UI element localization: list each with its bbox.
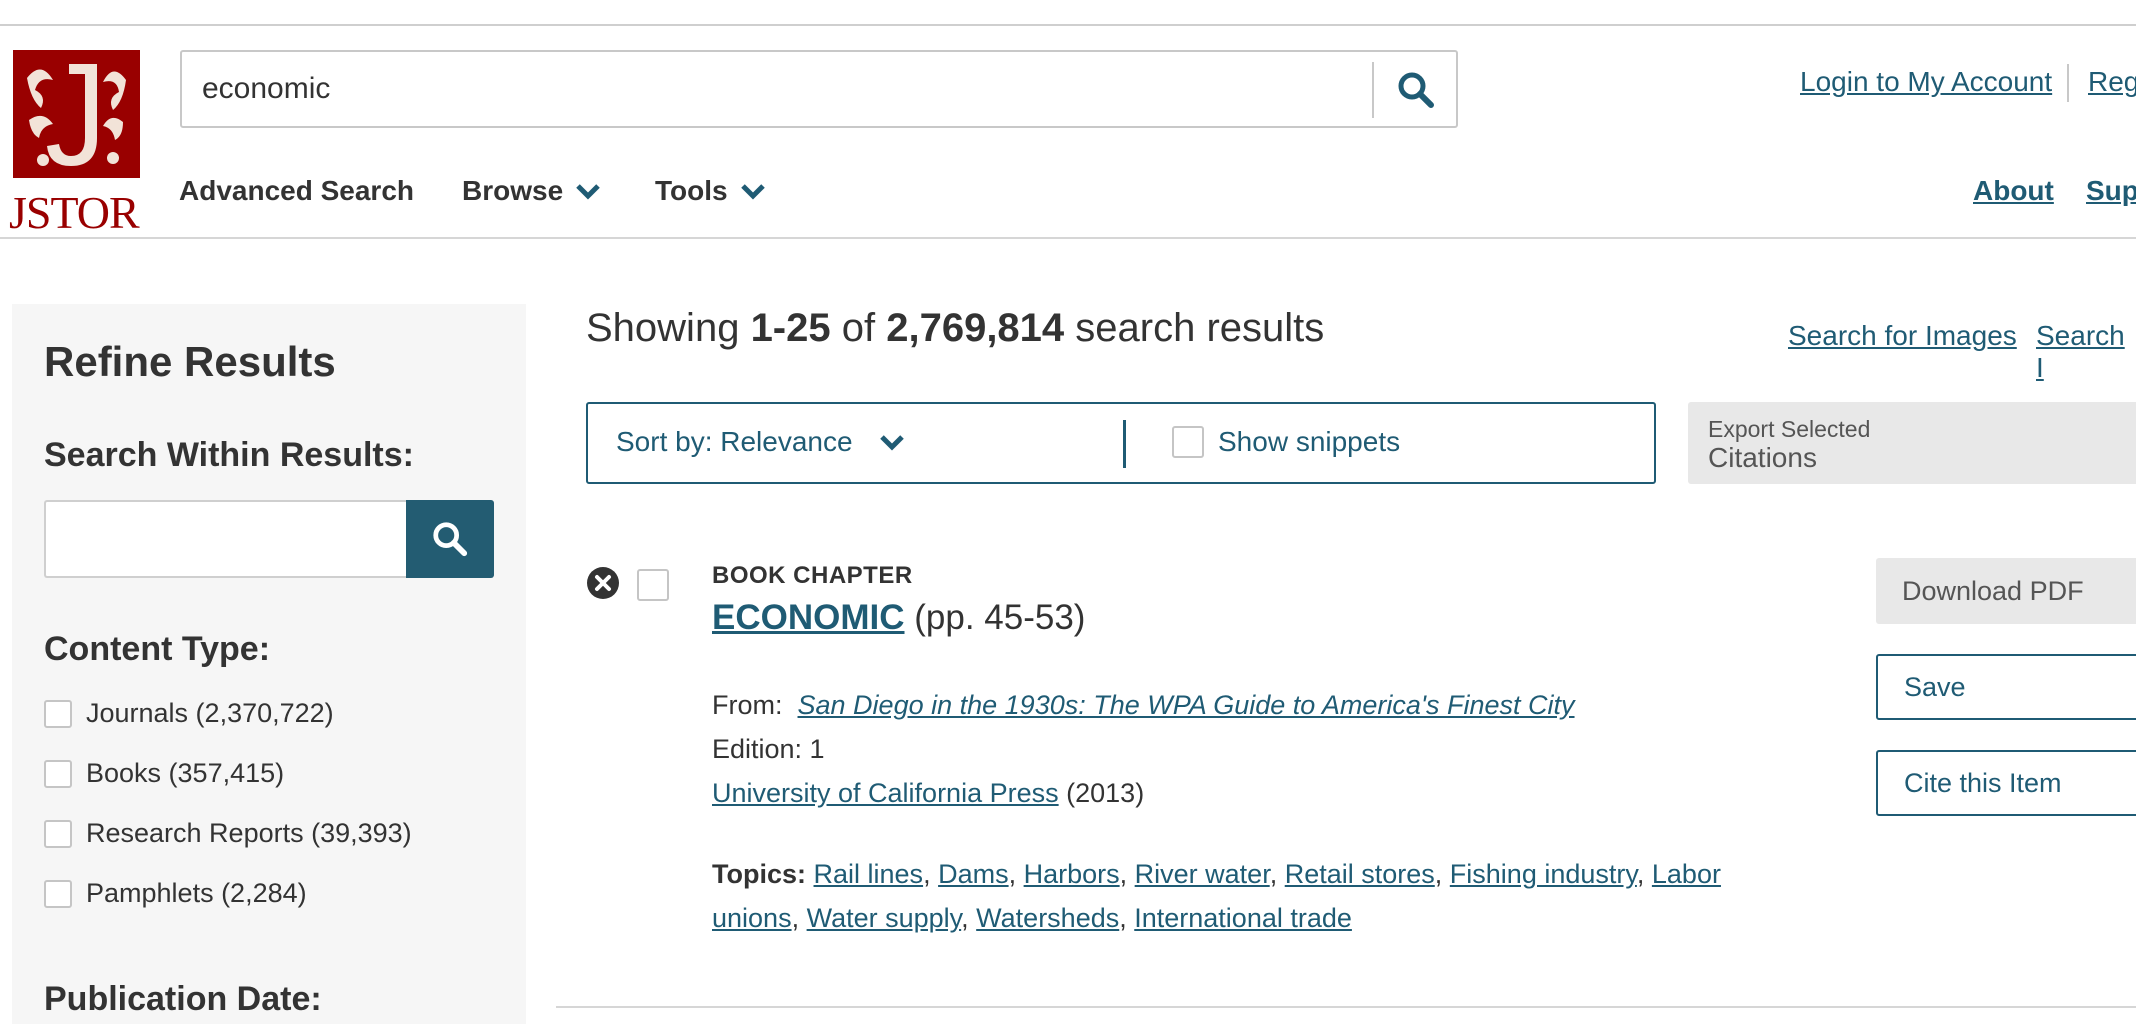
item-publisher-link[interactable]: University of California Press: [712, 778, 1059, 808]
save-label: Save: [1904, 671, 1966, 702]
search-icon: [1398, 72, 1434, 108]
nav-browse[interactable]: Browse: [462, 175, 601, 207]
search-within-button[interactable]: [406, 500, 494, 578]
content-type-label-text: Research Reports (39,393): [86, 818, 412, 848]
nav-tools-label: Tools: [655, 175, 728, 206]
item-pages: (pp. 45-53): [914, 598, 1086, 637]
logo-emblem-icon: [13, 50, 140, 178]
content-type-label: Content Type:: [44, 630, 271, 668]
chevron-down-icon: [740, 184, 765, 200]
search-box: [180, 50, 1458, 128]
publication-date-label: Publication Date:: [44, 980, 322, 1018]
topic-link[interactable]: Fishing industry: [1450, 859, 1637, 889]
select-item-checkbox[interactable]: [637, 569, 669, 601]
content-type-journals[interactable]: Journals (2,370,722): [44, 698, 334, 729]
item-from-label: From:: [712, 690, 783, 720]
checkbox[interactable]: [44, 879, 72, 908]
nav-browse-label: Browse: [462, 175, 564, 206]
item-topics: Topics: Rail lines, Dams, Harbors, River…: [712, 859, 1721, 933]
logo-wordmark: JSTOR: [9, 187, 140, 238]
nav-tools[interactable]: Tools: [655, 175, 766, 207]
chevron-down-icon: [576, 184, 600, 200]
result-divider: [556, 1006, 2136, 1008]
results-of: of: [830, 306, 887, 350]
remove-item-button[interactable]: [586, 566, 620, 605]
content-type-label-text: Journals (2,370,722): [86, 698, 334, 728]
top-border: [0, 24, 2136, 26]
topic-link[interactable]: International trade: [1134, 903, 1352, 933]
nav-about[interactable]: About: [1973, 175, 2054, 207]
sort-toolbar: Sort by: Relevance Show snippets: [586, 402, 1656, 484]
results-range: 1-25: [750, 306, 831, 350]
results-prefix: Showing: [586, 306, 751, 350]
content-type-books[interactable]: Books (357,415): [44, 758, 284, 789]
topic-link[interactable]: Watersheds: [976, 903, 1119, 933]
item-from-row: From: San Diego in the 1930s: The WPA Gu…: [712, 690, 1575, 721]
register-link[interactable]: Reg: [2088, 66, 2136, 98]
login-link[interactable]: Login to My Account: [1800, 66, 2052, 98]
download-pdf-button[interactable]: Download PDF: [1876, 558, 2136, 624]
search-images-link[interactable]: Search for Images: [1788, 320, 2017, 352]
checkbox[interactable]: [44, 699, 72, 728]
search-divider: [1372, 62, 1374, 118]
nav-advanced-search[interactable]: Advanced Search: [179, 175, 414, 207]
item-type: BOOK CHAPTER: [712, 562, 913, 589]
refine-title: Refine Results: [44, 338, 336, 385]
sort-label: Sort by: Relevance: [616, 426, 853, 457]
item-year: (2013): [1066, 778, 1145, 808]
item-edition: Edition: 1: [712, 734, 825, 764]
sort-dropdown[interactable]: Sort by: Relevance: [616, 426, 905, 458]
topic-link[interactable]: Dams: [938, 859, 1009, 889]
save-button[interactable]: Save: [1876, 654, 2136, 720]
content-type-label-text: Books (357,415): [86, 758, 285, 788]
header-border: [0, 237, 2136, 239]
show-snippets-label: Show snippets: [1218, 426, 1401, 457]
search-icon: [433, 522, 468, 557]
checkbox[interactable]: [44, 759, 72, 788]
cite-item-button[interactable]: Cite this Item: [1876, 750, 2136, 816]
item-publisher-row: University of California Press (2013): [712, 778, 1144, 809]
topic-link[interactable]: Retail stores: [1285, 859, 1435, 889]
results-total: 2,769,814: [886, 306, 1065, 350]
export-line1: Export Selected: [1708, 416, 1871, 442]
close-circle-icon: [587, 567, 619, 599]
results-suffix: search results: [1064, 306, 1325, 350]
topics-label: Topics:: [712, 859, 806, 889]
content-type-pamphlets[interactable]: Pamphlets (2,284): [44, 878, 307, 909]
checkbox[interactable]: [44, 819, 72, 848]
item-title-link[interactable]: ECONOMIC: [712, 598, 905, 637]
topic-link[interactable]: Water supply: [807, 903, 962, 933]
content-type-research-reports[interactable]: Research Reports (39,393): [44, 818, 412, 849]
topic-link[interactable]: Rail lines: [814, 859, 924, 889]
jstor-logo[interactable]: [13, 50, 140, 178]
cite-label: Cite this Item: [1904, 767, 2062, 798]
search-button[interactable]: [1378, 60, 1454, 120]
search-within-input[interactable]: [44, 500, 410, 578]
item-title-row: ECONOMIC (pp. 45-53): [712, 598, 1085, 638]
chevron-down-icon: [879, 435, 904, 451]
nav-advanced-search-label: Advanced Search: [179, 175, 414, 206]
nav-support[interactable]: Sup: [2086, 175, 2136, 207]
search-link-partial[interactable]: Search I: [2036, 320, 2136, 384]
export-line2: Citations: [1708, 442, 1817, 473]
search-within-label: Search Within Results:: [44, 436, 414, 474]
account-divider: [2067, 64, 2069, 102]
search-input[interactable]: [202, 66, 1322, 112]
show-snippets-checkbox[interactable]: [1172, 426, 1204, 458]
show-snippets-toggle[interactable]: Show snippets: [1172, 426, 1400, 458]
item-book-link[interactable]: San Diego in the 1930s: The WPA Guide to…: [798, 690, 1575, 720]
results-count: Showing 1-25 of 2,769,814 search results: [586, 306, 1324, 351]
download-pdf-label: Download PDF: [1902, 575, 2084, 606]
topic-link[interactable]: River water: [1135, 859, 1270, 889]
content-type-label-text: Pamphlets (2,284): [86, 878, 307, 908]
refine-sidebar: Refine Results Search Within Results: Co…: [12, 304, 526, 1024]
export-citations-button[interactable]: Export Selected Citations: [1688, 402, 2136, 484]
topic-link[interactable]: Harbors: [1024, 859, 1120, 889]
sort-divider: [1123, 420, 1126, 468]
